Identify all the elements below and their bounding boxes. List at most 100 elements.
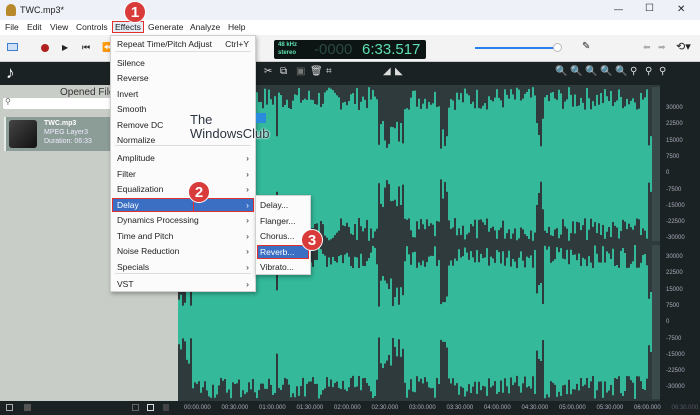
waveform-bar: [336, 95, 338, 233]
panel-toggle-icon[interactable]: [7, 43, 18, 51]
submenu-item-flanger[interactable]: Flanger...: [260, 216, 295, 226]
waveform-bar: [506, 257, 508, 387]
channels: stereo: [278, 50, 297, 56]
waveform-bar: [482, 105, 484, 223]
waveform-bar: [364, 99, 366, 229]
menu-item-normalize[interactable]: Normalize: [117, 135, 155, 145]
waveform-bar: [524, 93, 526, 235]
menu-item-specials[interactable]: Specials: [117, 262, 149, 272]
menu-item-delay[interactable]: Delay: [117, 200, 139, 210]
crop-icon[interactable]: ⌗: [326, 66, 332, 77]
marker-icon[interactable]: [163, 404, 169, 411]
menu-item-noise-reduction[interactable]: Noise Reduction: [117, 246, 179, 256]
volume-knob[interactable]: [552, 43, 562, 52]
forward-arrow-icon[interactable]: ➡: [658, 42, 666, 53]
waveform-bar: [568, 264, 570, 380]
mute-icon[interactable]: ✎: [582, 41, 590, 52]
vertical-zoom-out-icon[interactable]: ⚲: [645, 66, 652, 77]
menu-item-amplitude[interactable]: Amplitude: [117, 153, 155, 163]
menu-edit[interactable]: Edit: [27, 22, 42, 32]
waveform-bar: [572, 106, 574, 222]
menu-analyze[interactable]: Analyze: [190, 22, 220, 32]
waveform-bar: [582, 102, 584, 226]
waveform-bar: [600, 262, 602, 382]
cut-icon[interactable]: ✂: [264, 66, 272, 77]
snap-icon[interactable]: [132, 404, 139, 411]
menu-help[interactable]: Help: [228, 22, 245, 32]
paste-icon[interactable]: ▣: [296, 66, 305, 77]
waveform-bar: [592, 101, 594, 227]
waveform-bar: [362, 265, 364, 379]
waveform-bar: [550, 92, 552, 236]
waveform-bar: [384, 280, 386, 364]
waveform-bar: [434, 91, 436, 237]
menu-item-filter[interactable]: Filter: [117, 169, 136, 179]
menu-item-time-and-pitch[interactable]: Time and Pitch: [117, 231, 173, 241]
search-icon: ⚲: [5, 97, 11, 106]
waveform-bar: [286, 264, 288, 380]
waveform-bar: [496, 250, 498, 394]
waveform-bar: [546, 95, 548, 233]
zoom-all-icon[interactable]: 🔍: [615, 66, 627, 77]
minimize-button[interactable]: —: [614, 4, 623, 14]
vertical-zoom-reset-icon[interactable]: ⚲: [659, 66, 666, 77]
chevron-right-icon: ›: [246, 184, 249, 194]
waveform-bar: [548, 101, 550, 227]
copy-icon[interactable]: ⧉: [280, 66, 287, 77]
waveform-bar: [324, 255, 326, 389]
zoom-in-icon[interactable]: 🔍: [555, 66, 567, 77]
menu-item-remove-dc[interactable]: Remove DC: [117, 120, 163, 130]
waveform-bar: [534, 249, 536, 395]
delete-icon[interactable]: 🗑: [310, 66, 323, 77]
submenu-item-reverb[interactable]: Reverb...: [260, 247, 295, 257]
scale-label: 0: [666, 319, 670, 326]
vertical-zoom-icon[interactable]: ⚲: [630, 66, 637, 77]
loop-icon[interactable]: [147, 404, 154, 411]
submenu-item-chorus[interactable]: Chorus...: [260, 231, 295, 241]
menu-file[interactable]: File: [5, 22, 19, 32]
waveform-bar: [340, 109, 342, 219]
fade-in-icon[interactable]: ◢: [383, 66, 391, 77]
zoom-fit-icon[interactable]: 🔍: [585, 66, 597, 77]
zoom-selection-icon[interactable]: 🔍: [600, 66, 612, 77]
waveform-bar: [454, 109, 456, 219]
waveform-bar: [468, 259, 470, 385]
timeline-label: 06:30.000: [671, 405, 699, 411]
menu-item-invert[interactable]: Invert: [117, 89, 138, 99]
play-button[interactable]: ▶: [62, 43, 68, 52]
close-button[interactable]: ✕: [677, 4, 685, 15]
volume-slider[interactable]: [475, 43, 562, 52]
waveform-bar: [502, 107, 504, 221]
menu-item-reverse[interactable]: Reverse: [117, 73, 149, 83]
skip-start-button[interactable]: ⏮: [82, 42, 90, 53]
fade-out-icon[interactable]: ◣: [395, 66, 403, 77]
menu-item-silence[interactable]: Silence: [117, 58, 145, 68]
menu-view[interactable]: View: [50, 22, 68, 32]
menu-item-dynamics-processing[interactable]: Dynamics Processing: [117, 215, 199, 225]
waveform-bar: [584, 109, 586, 219]
menu-effects[interactable]: Effects: [112, 21, 144, 33]
waveform-bar: [488, 265, 490, 379]
waveform-bar: [600, 93, 602, 235]
history-icon[interactable]: ⟲▾: [676, 40, 691, 53]
maximize-button[interactable]: ☐: [645, 3, 654, 14]
menu-controls[interactable]: Controls: [76, 22, 108, 32]
sample-rate: 48 kHz: [278, 42, 298, 48]
waveform-bar: [438, 259, 440, 385]
waveform-bar: [424, 98, 426, 230]
submenu-item-delay[interactable]: Delay...: [260, 200, 288, 210]
zoom-out-icon[interactable]: 🔍: [570, 66, 582, 77]
submenu-item-vibrato[interactable]: Vibrato...: [260, 262, 294, 272]
waveform-bar: [470, 251, 472, 393]
record-button[interactable]: [41, 44, 49, 52]
menu-item-equalization[interactable]: Equalization: [117, 184, 163, 194]
menu-item-repeat-time-pitch-adjust[interactable]: Repeat Time/Pitch Adjust: [117, 39, 212, 49]
menu-item-vst[interactable]: VST: [117, 279, 134, 289]
menu-generate[interactable]: Generate: [148, 22, 183, 32]
layout-icon[interactable]: [6, 404, 13, 411]
menu-item-smooth[interactable]: Smooth: [117, 104, 146, 114]
waveform-bar: [464, 88, 466, 240]
waveform-bar: [348, 256, 350, 388]
back-arrow-icon[interactable]: ⬅: [643, 42, 651, 53]
grid-icon[interactable]: [24, 404, 31, 411]
